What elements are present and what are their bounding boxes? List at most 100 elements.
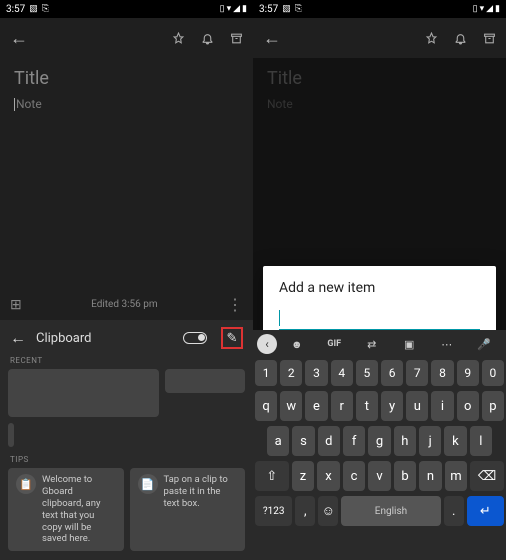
- kb-key-2[interactable]: 2: [280, 360, 302, 386]
- kb-key-s[interactable]: s: [292, 426, 314, 456]
- kb-key-a[interactable]: a: [267, 426, 289, 456]
- clip-item[interactable]: [165, 369, 245, 393]
- kb-key-symbols[interactable]: ?123: [255, 496, 292, 526]
- kb-key-q[interactable]: q: [255, 391, 277, 421]
- kb-translate-icon[interactable]: ⇄: [354, 338, 390, 351]
- paste-icon: 📄: [138, 474, 158, 494]
- kb-key-enter[interactable]: ↵: [467, 496, 504, 526]
- clipboard-panel: ← Clipboard ✎ RECENT TIPS 📋 Welcome to G…: [0, 320, 253, 560]
- kb-key-period[interactable]: .: [444, 496, 464, 526]
- kb-key-y[interactable]: y: [381, 391, 403, 421]
- kb-key-backspace[interactable]: ⌫: [470, 461, 504, 491]
- kb-key-l[interactable]: l: [470, 426, 492, 456]
- note-area: Title Note ⊞ Edited 3:56 pm ⋮ Add a new …: [253, 58, 506, 330]
- wifi-icon: ▾: [480, 4, 485, 14]
- status-bar: 3:57 ▧ ⎘ ▯ ▾ ◢ ▮: [0, 0, 253, 18]
- kb-key-6[interactable]: 6: [381, 360, 403, 386]
- section-recent: RECENT: [0, 356, 253, 369]
- sim-icon: ▯: [220, 4, 225, 14]
- wifi-icon: ▾: [227, 4, 232, 14]
- kb-key-v[interactable]: v: [368, 461, 391, 491]
- clock-text: 3:57: [6, 4, 25, 15]
- dialog-title: Add a new item: [279, 280, 480, 296]
- section-tips: TIPS: [0, 455, 253, 468]
- kb-sticker-icon[interactable]: ☻: [279, 338, 315, 351]
- pin-icon[interactable]: [425, 32, 438, 45]
- kb-key-b[interactable]: b: [394, 461, 417, 491]
- kb-key-t[interactable]: t: [356, 391, 378, 421]
- more-button[interactable]: ⋮: [227, 295, 243, 314]
- cast-icon: ⎘: [42, 4, 49, 14]
- kb-key-8[interactable]: 8: [431, 360, 453, 386]
- image-icon: ▧: [282, 4, 291, 14]
- clip-tip[interactable]: 📋 Welcome to Gboard clipboard, any text …: [8, 468, 124, 551]
- kb-key-k[interactable]: k: [444, 426, 466, 456]
- kb-key-h[interactable]: h: [394, 426, 416, 456]
- pencil-icon[interactable]: ✎: [227, 331, 238, 346]
- kb-collapse-icon[interactable]: ‹: [257, 334, 277, 354]
- clip-tip[interactable]: 📄 Tap on a clip to paste it in the text …: [130, 468, 246, 551]
- kb-key-7[interactable]: 7: [406, 360, 428, 386]
- kb-key-space[interactable]: English: [341, 496, 441, 526]
- clock-text: 3:57: [259, 4, 278, 15]
- kb-key-r[interactable]: r: [331, 391, 353, 421]
- kb-key-4[interactable]: 4: [331, 360, 353, 386]
- kb-clipboard-icon[interactable]: ▣: [392, 338, 428, 351]
- title-input[interactable]: Title: [14, 68, 239, 89]
- signal-icon: ◢: [233, 4, 240, 14]
- action-bar: ←: [0, 18, 253, 58]
- kb-key-g[interactable]: g: [368, 426, 390, 456]
- kb-key-shift[interactable]: ⇧: [255, 461, 289, 491]
- kb-more-icon[interactable]: ⋯: [429, 338, 465, 351]
- kb-key-1[interactable]: 1: [255, 360, 277, 386]
- kb-mic-icon[interactable]: 🎤: [467, 338, 503, 351]
- clip-item[interactable]: [8, 423, 14, 447]
- note-input[interactable]: Note: [14, 97, 239, 111]
- kb-key-i[interactable]: i: [431, 391, 453, 421]
- kb-key-m[interactable]: m: [445, 461, 468, 491]
- back-button[interactable]: ←: [263, 28, 281, 49]
- kb-key-d[interactable]: d: [318, 426, 340, 456]
- clipboard-back-button[interactable]: ←: [10, 328, 26, 348]
- kb-key-5[interactable]: 5: [356, 360, 378, 386]
- kb-key-z[interactable]: z: [292, 461, 315, 491]
- action-bar: ←: [253, 18, 506, 58]
- battery-icon: ▮: [495, 4, 500, 14]
- kb-key-c[interactable]: c: [343, 461, 366, 491]
- kb-key-f[interactable]: f: [343, 426, 365, 456]
- kb-key-o[interactable]: o: [457, 391, 479, 421]
- pin-icon[interactable]: [172, 32, 185, 45]
- keyboard: ‹ ☻ GIF ⇄ ▣ ⋯ 🎤 1 2 3 4 5 6 7 8 9 0 q: [253, 330, 506, 560]
- kb-key-j[interactable]: j: [419, 426, 441, 456]
- reminder-icon[interactable]: [454, 32, 467, 45]
- kb-key-e[interactable]: e: [305, 391, 327, 421]
- kb-letter-row1: q w e r t y u i o p: [255, 391, 504, 421]
- kb-key-n[interactable]: n: [419, 461, 442, 491]
- kb-key-9[interactable]: 9: [457, 360, 479, 386]
- back-button[interactable]: ←: [10, 28, 28, 49]
- reminder-icon[interactable]: [201, 32, 214, 45]
- kb-letter-row2: a s d f g h j k l: [255, 426, 504, 456]
- kb-key-0[interactable]: 0: [482, 360, 504, 386]
- clip-item[interactable]: [8, 369, 159, 417]
- archive-icon[interactable]: [230, 32, 243, 45]
- signal-icon: ◢: [486, 4, 493, 14]
- kb-key-x[interactable]: x: [317, 461, 340, 491]
- kb-key-emoji[interactable]: ☺: [318, 496, 338, 526]
- add-button[interactable]: ⊞: [10, 297, 22, 313]
- kb-key-w[interactable]: w: [280, 391, 302, 421]
- cast-icon: ⎘: [295, 4, 302, 14]
- kb-key-comma[interactable]: ,: [295, 496, 315, 526]
- edited-text: Edited 3:56 pm: [22, 299, 227, 310]
- kb-key-p[interactable]: p: [482, 391, 504, 421]
- kb-key-3[interactable]: 3: [305, 360, 327, 386]
- clipboard-toggle[interactable]: [183, 332, 207, 344]
- status-bar: 3:57 ▧ ⎘ ▯ ▾ ◢ ▮: [253, 0, 506, 18]
- kb-key-u[interactable]: u: [406, 391, 428, 421]
- kb-bottom-row: ?123 , ☺ English . ↵: [255, 496, 504, 526]
- screen-left: 3:57 ▧ ⎘ ▯ ▾ ◢ ▮ ← Title Note ⊞ Edited 3…: [0, 0, 253, 560]
- dialog-input[interactable]: [279, 311, 480, 331]
- clipboard-icon: 📋: [16, 474, 36, 494]
- kb-gif-button[interactable]: GIF: [317, 339, 353, 349]
- archive-icon[interactable]: [483, 32, 496, 45]
